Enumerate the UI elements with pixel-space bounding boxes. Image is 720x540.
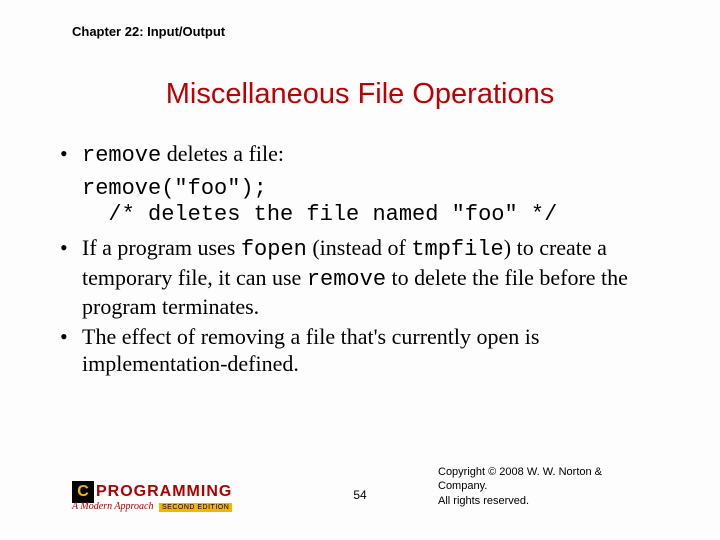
logo-edition-badge: SECOND EDITION [159, 503, 232, 512]
bullet-1-text: deletes a file: [161, 141, 284, 166]
bullet-1: remove deletes a file: [56, 140, 664, 170]
bullet-3-text: The effect of removing a file that's cur… [82, 324, 539, 377]
bullet-2: If a program uses fopen (instead of tmpf… [56, 234, 664, 321]
copyright-line-1: Copyright © 2008 W. W. Norton & Company. [438, 465, 648, 494]
copyright: Copyright © 2008 W. W. Norton & Company.… [438, 465, 648, 508]
logo-subtitle: A Modern Approach SECOND EDITION [72, 501, 232, 512]
code-line-1: remove("foo"); [82, 176, 267, 201]
code-inline-tmpfile: tmpfile [411, 237, 503, 262]
bullet-2-b: (instead of [307, 235, 411, 260]
logo-subtitle-text: A Modern Approach [72, 501, 153, 512]
bullet-2-a: If a program uses [82, 235, 241, 260]
slide-title: Miscellaneous File Operations [0, 78, 720, 111]
bullet-3: The effect of removing a file that's cur… [56, 323, 664, 378]
code-block: remove("foo"); /* deletes the file named… [82, 176, 664, 229]
code-line-2: /* deletes the file named "foo" */ [82, 202, 557, 227]
code-inline-fopen: fopen [241, 237, 307, 262]
copyright-line-2: All rights reserved. [438, 494, 648, 508]
footer: CPROGRAMMING A Modern Approach SECOND ED… [0, 468, 720, 512]
code-inline-remove2: remove [307, 267, 386, 292]
slide-content: remove deletes a file: remove("foo"); /*… [56, 140, 664, 380]
code-inline-remove: remove [82, 143, 161, 168]
chapter-label: Chapter 22: Input/Output [72, 24, 225, 39]
